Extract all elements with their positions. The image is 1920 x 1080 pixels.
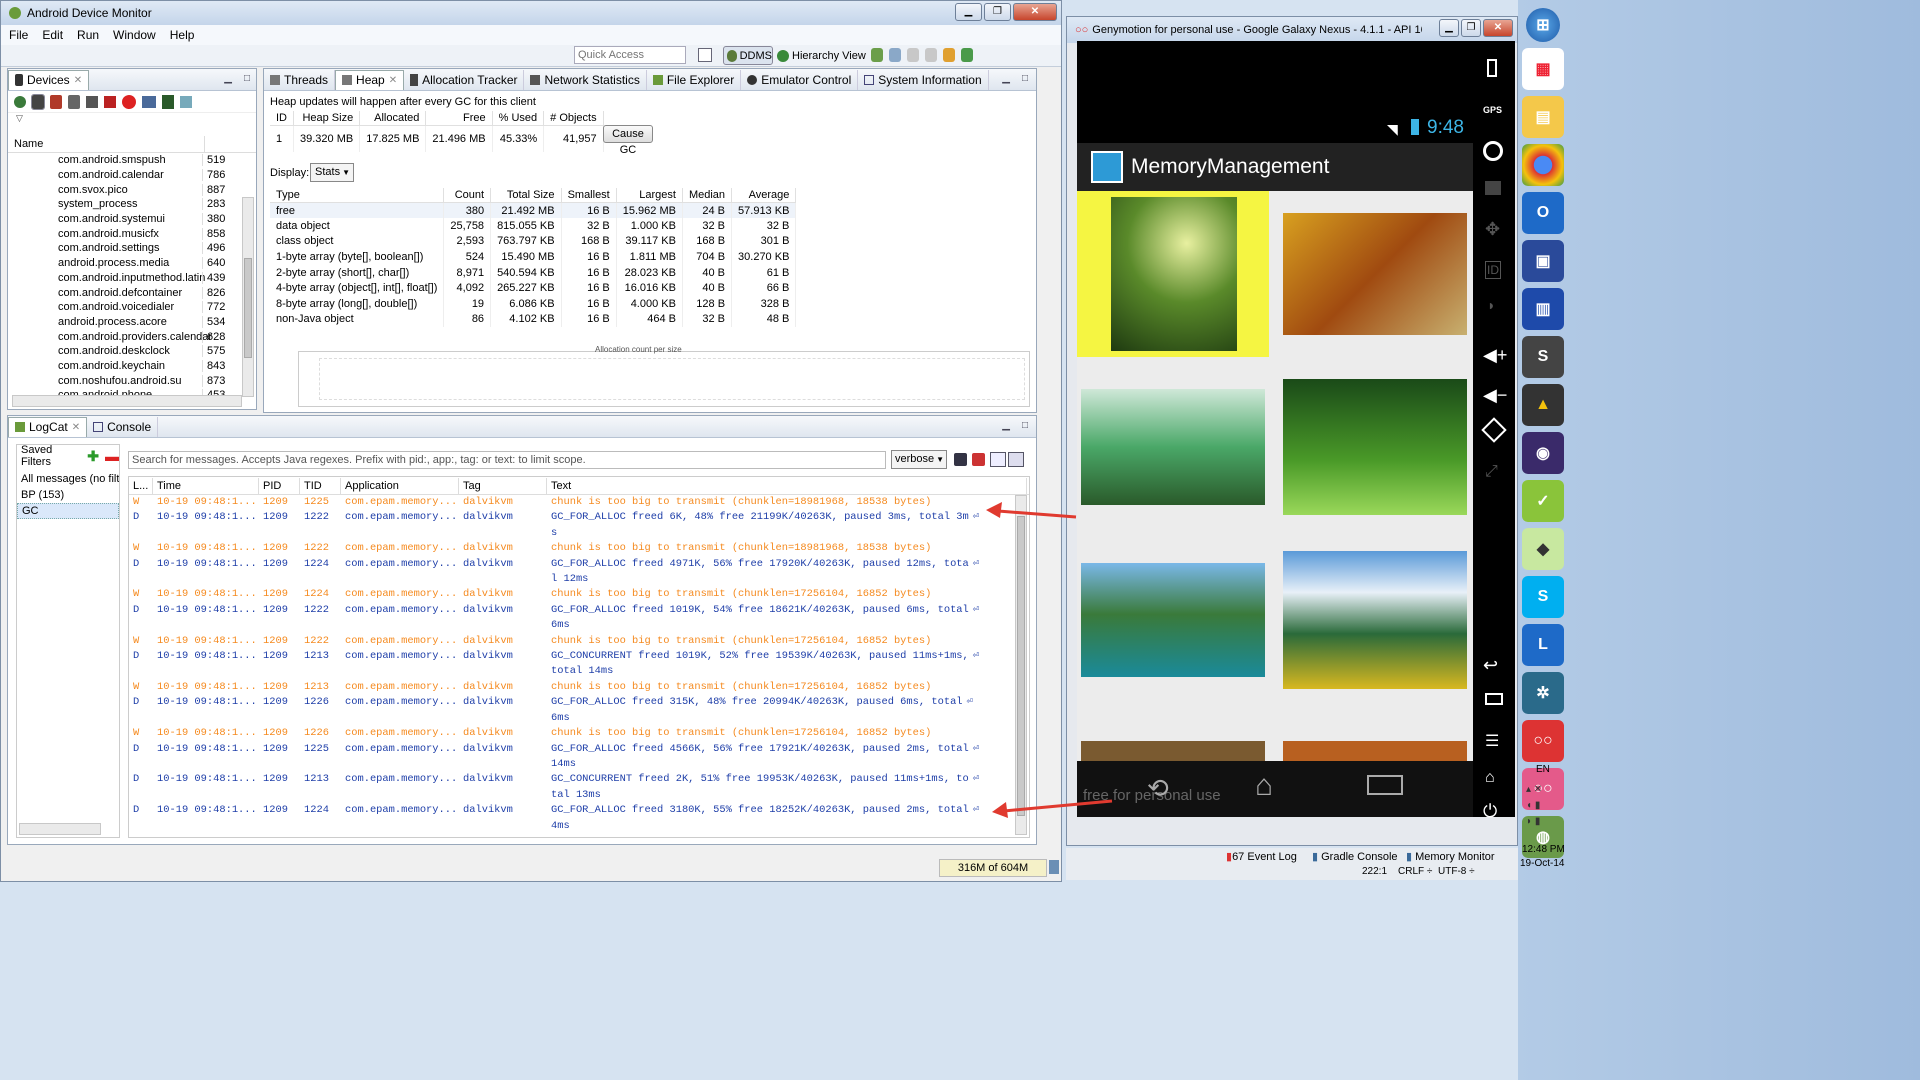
annotation-arrows — [986, 502, 1113, 818]
arrow-bottom-head — [992, 802, 1008, 818]
arrow-bottom — [1003, 799, 1113, 813]
arrow-top — [997, 509, 1077, 519]
arrow-top-head — [986, 502, 1002, 518]
